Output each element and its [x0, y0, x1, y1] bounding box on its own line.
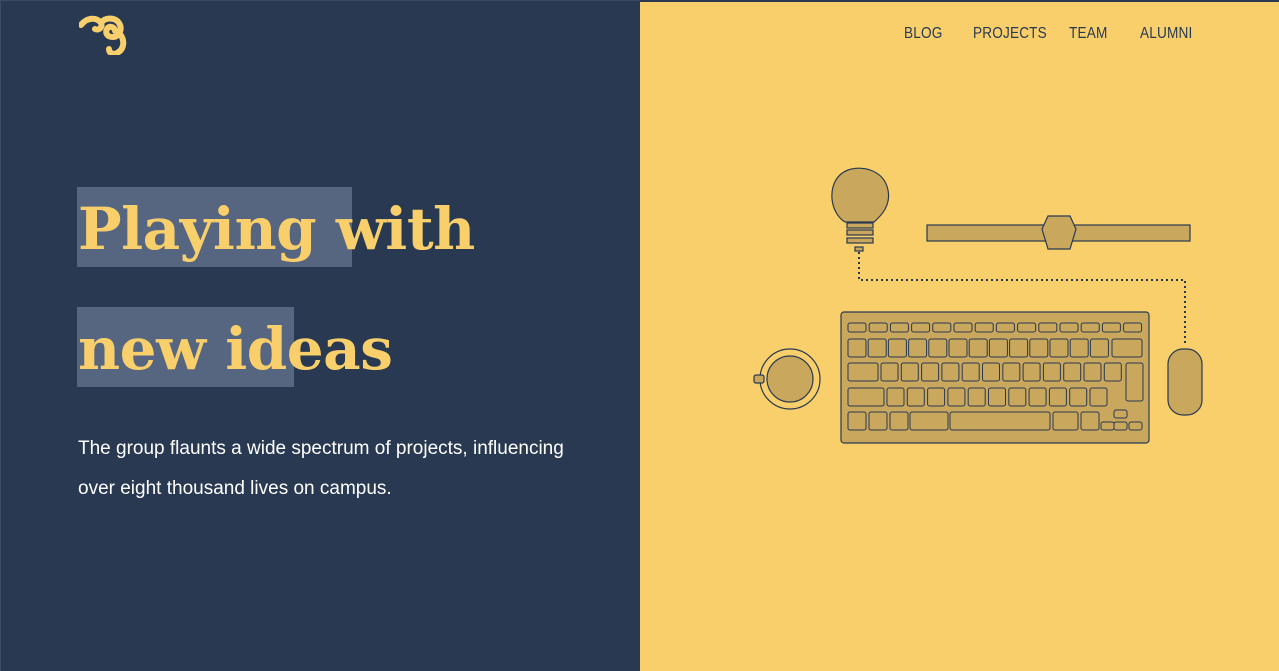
keyboard-key [1048, 387, 1067, 407]
keyboard-key [868, 411, 888, 431]
keyboard-key [1002, 362, 1021, 382]
nav-projects[interactable]: PROJECTS [973, 22, 1047, 46]
keyboard-key [1042, 362, 1061, 382]
keyboard-key [1069, 338, 1089, 358]
nav-alumni[interactable]: ALUMNI [1140, 22, 1192, 46]
keyboard-key [847, 362, 879, 382]
hero-title-line-2: new ideas [78, 315, 393, 383]
keyboard-key [1125, 362, 1144, 402]
keyboard-key [900, 362, 919, 382]
keyboard-key [911, 322, 931, 333]
keyboard-key [1063, 362, 1082, 382]
hero-panel: Playing with new ideas The group flaunts… [0, 0, 640, 671]
keyboard-key [1029, 338, 1049, 358]
nav-blog[interactable]: BLOG [904, 22, 942, 46]
keyboard-key [941, 362, 960, 382]
keyboard-key [880, 362, 899, 382]
keyboard-key [995, 322, 1015, 333]
keyboard-key [886, 387, 905, 407]
keyboard-key [974, 322, 994, 333]
keyboard-key [868, 322, 888, 333]
keyboard-key [988, 387, 1006, 407]
keyboard-key [967, 387, 986, 407]
keyboard-key [953, 322, 973, 333]
keyboard-key [1111, 338, 1143, 358]
monitor-icon [926, 215, 1191, 250]
keyboard-key [847, 322, 867, 333]
keyboard-key [1128, 421, 1143, 431]
keyboard-key [887, 338, 907, 358]
keyboard-key [1069, 387, 1088, 407]
hero-title-line-1: Playing with [78, 195, 475, 263]
keyboard-key [961, 362, 980, 382]
keyboard-key [889, 411, 909, 431]
keyboard-key [847, 338, 867, 358]
keyboard-key [1049, 338, 1069, 358]
keyboard-key [847, 411, 867, 431]
keyboard-key [1123, 322, 1143, 333]
keyboard-key [1059, 322, 1079, 333]
keyboard-key [1103, 362, 1122, 382]
keyboard-key [906, 387, 925, 407]
keyboard-key [927, 387, 946, 407]
keyboard-key [1080, 411, 1100, 431]
keyboard-key [1080, 322, 1100, 333]
keyboard-key [1008, 387, 1027, 407]
keyboard-key [1052, 411, 1079, 431]
nav-team[interactable]: TEAM [1069, 22, 1107, 46]
keyboard-key [948, 338, 968, 358]
keyboard-key [968, 338, 988, 358]
coffee-cup-icon [753, 348, 821, 410]
keyboard-key [909, 411, 949, 431]
keyboard-key [1113, 421, 1128, 431]
keyboard-key [867, 338, 887, 358]
hero-description: The group flaunts a wide spectrum of pro… [78, 438, 564, 499]
keyboard-key [1089, 338, 1109, 358]
keyboard-key [1100, 421, 1115, 431]
keyboard-key [947, 387, 966, 407]
keyboard-key [988, 338, 1008, 358]
keyboard-key [1089, 387, 1108, 407]
keyboard-key [949, 411, 1051, 431]
keyboard-key [889, 322, 909, 333]
keyboard-key [1101, 322, 1121, 333]
desk-illustration [753, 167, 1203, 444]
keyboard-key [932, 322, 952, 333]
mouse-icon [1167, 348, 1203, 416]
keyboard-key [908, 338, 928, 358]
keyboard-key [1017, 322, 1037, 333]
keyboard-key [982, 362, 1000, 382]
keyboard-key [1113, 409, 1128, 419]
keyboard-key [928, 338, 948, 358]
keyboard-key [1022, 362, 1041, 382]
logo-icon[interactable] [79, 15, 127, 55]
lightbulb-icon [831, 167, 890, 252]
keyboard-key [921, 362, 940, 382]
keyboard-key [847, 387, 885, 407]
keyboard-key [1009, 338, 1029, 358]
keyboard-key [1038, 322, 1058, 333]
keyboard-key [1083, 362, 1102, 382]
keyboard-key [1028, 387, 1047, 407]
